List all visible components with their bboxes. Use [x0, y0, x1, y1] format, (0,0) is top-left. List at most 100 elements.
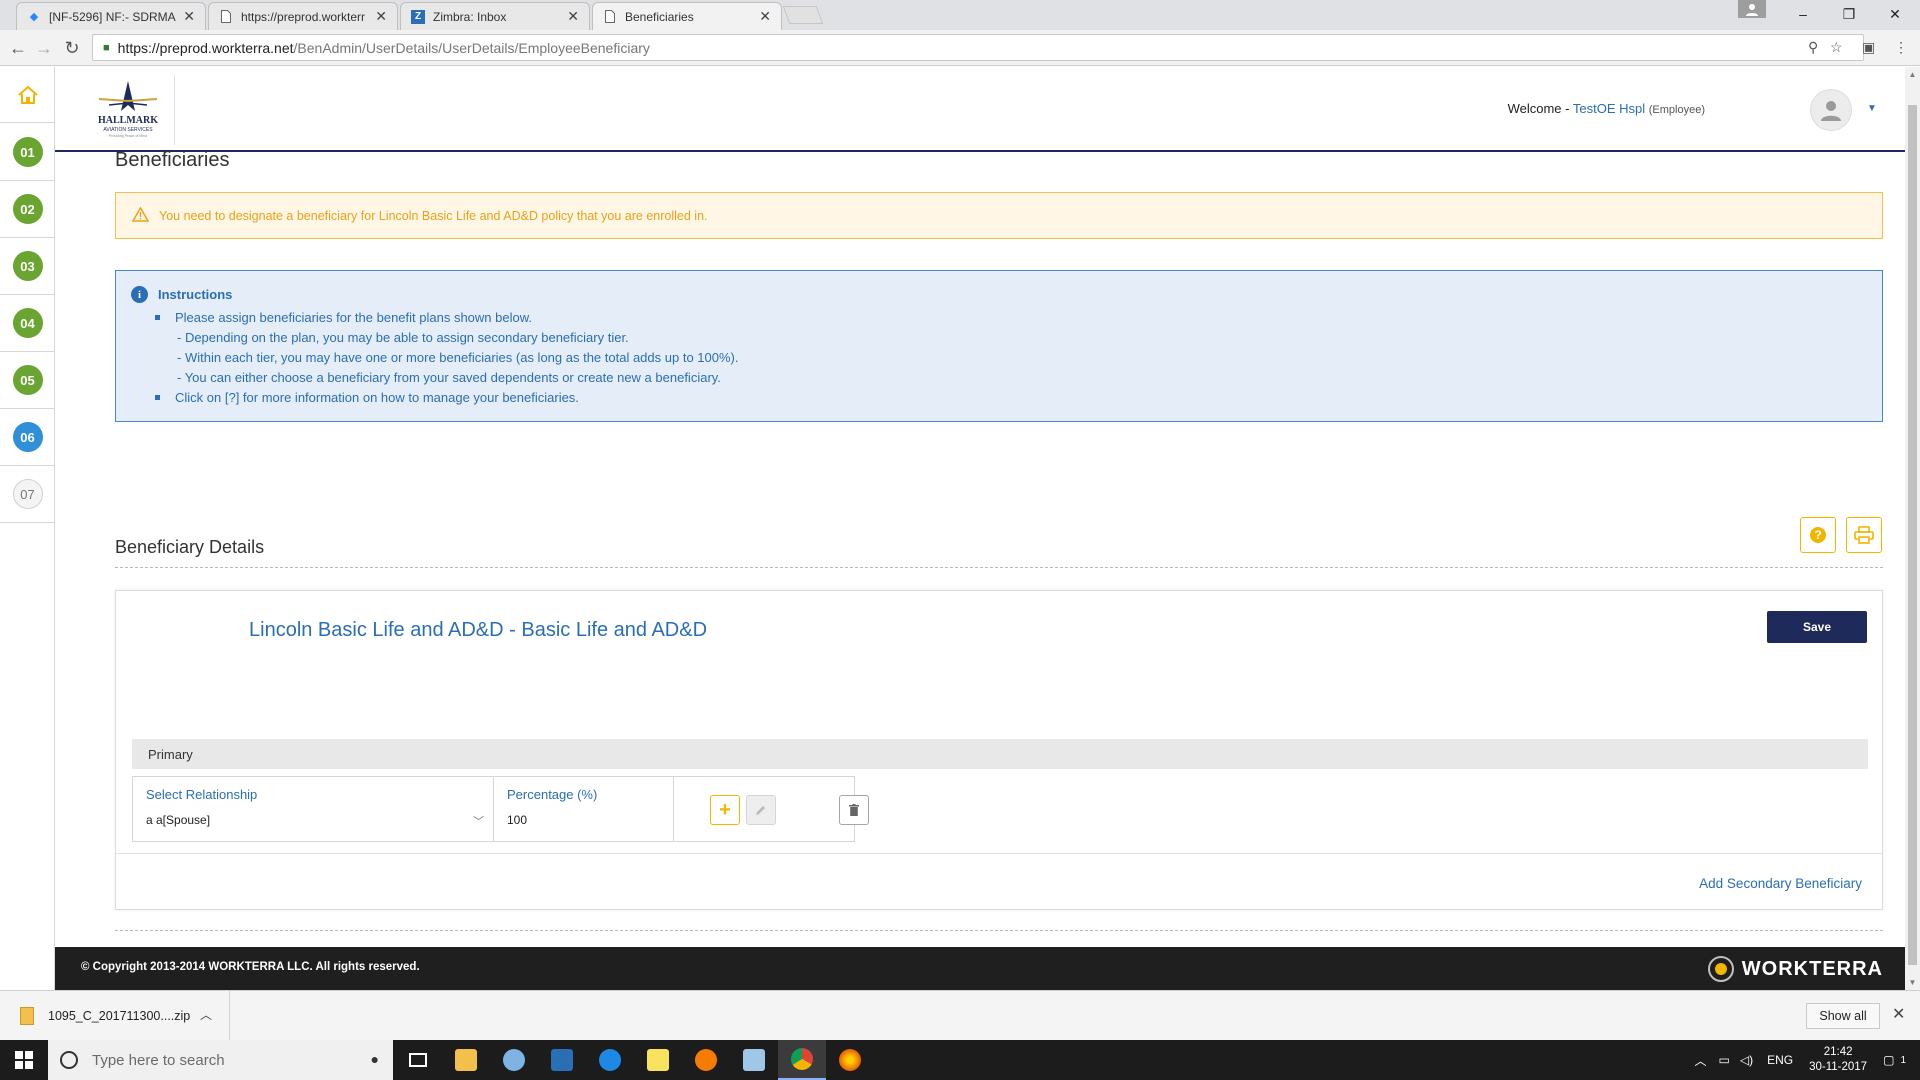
scroll-up-icon[interactable]: ▲ [1905, 67, 1920, 82]
step-03[interactable]: 03 [0, 238, 55, 295]
step-02[interactable]: 02 [0, 181, 55, 238]
browser-tab-jira[interactable]: ◆ [NF-5296] NF:- SDRMA - ✕ [16, 2, 206, 30]
windows-start-button[interactable] [0, 1040, 48, 1080]
step-number: 03 [12, 251, 43, 281]
notification-icon[interactable]: ▢ [1883, 1053, 1894, 1067]
search-placeholder: Type here to search [92, 1051, 225, 1069]
clock[interactable]: 21:42 30-11-2017 [1809, 1045, 1867, 1075]
add-beneficiary-button[interactable]: + [710, 795, 740, 825]
reset-button[interactable]: Reset [1628, 951, 1728, 983]
volume-icon[interactable]: ◁) [1740, 1053, 1753, 1067]
menu-icon[interactable]: ⋮ [1894, 39, 1908, 56]
notification-count: 1 [1900, 1054, 1906, 1066]
app-icon[interactable] [490, 1040, 538, 1080]
tab-title: https://preprod.workterr [241, 9, 366, 24]
plan-title: Lincoln Basic Life and AD&D - Basic Life… [249, 619, 708, 641]
close-icon[interactable]: ✕ [183, 8, 195, 25]
task-view-icon[interactable] [394, 1040, 442, 1080]
help-button[interactable]: ? [1800, 517, 1836, 553]
print-button[interactable] [1846, 517, 1882, 553]
step-07[interactable]: 07 [0, 466, 55, 523]
caret-down-icon[interactable]: ▼ [1867, 103, 1877, 114]
relationship-label: Select Relationship [146, 787, 258, 802]
hallmark-logo[interactable]: HALLMARK AVIATION SERVICES Providing Pea… [85, 75, 175, 145]
forward-arrow-icon[interactable]: → [32, 36, 56, 60]
download-item[interactable]: 1095_C_201711300....zip ︿ [0, 991, 230, 1041]
instruction-line: Click on [?] for more information on how… [155, 388, 1882, 408]
home-icon[interactable] [0, 67, 55, 123]
file-explorer-icon[interactable] [442, 1040, 490, 1080]
taskbar-search-box[interactable]: Type here to search ● [48, 1040, 393, 1080]
instructions-heading: Instructions [158, 287, 233, 302]
chevron-down-icon: ﹀ [473, 816, 484, 828]
browser-tab-workterra[interactable]: https://preprod.workterr ✕ [208, 2, 398, 30]
firefox-icon[interactable] [826, 1040, 874, 1080]
percentage-label: Percentage (%) [507, 787, 598, 802]
microphone-icon[interactable]: ● [371, 1051, 379, 1067]
sticky-notes-icon[interactable] [634, 1040, 682, 1080]
browser-tab-zimbra[interactable]: Z Zimbra: Inbox ✕ [400, 2, 590, 30]
close-icon[interactable]: ✕ [375, 8, 387, 25]
step-number: 07 [12, 479, 43, 509]
bookmark-star-icon[interactable]: ☆ [1830, 39, 1843, 56]
back-arrow-icon[interactable]: ← [6, 36, 30, 60]
browser-tab-beneficiaries[interactable]: Beneficiaries ✕ [592, 2, 782, 30]
clock-date: 30-11-2017 [1809, 1061, 1868, 1073]
save-button[interactable]: Save [1767, 611, 1867, 643]
firebug-icon[interactable] [682, 1040, 730, 1080]
relationship-select[interactable]: Select Relationship a a[Spouse] ﹀ [133, 777, 494, 841]
restore-icon[interactable]: ❐ [1826, 0, 1872, 28]
close-icon[interactable]: ✕ [567, 8, 579, 25]
back-button[interactable]: Back [1520, 951, 1620, 983]
instruction-line: - You can either choose a beneficiary fr… [177, 370, 721, 385]
edit-beneficiary-button[interactable] [746, 795, 776, 825]
reload-icon[interactable]: ↻ [60, 36, 84, 60]
page-scrollbar[interactable]: ▲ ▼ [1905, 67, 1920, 990]
scrollbar-thumb[interactable] [1908, 105, 1917, 965]
download-bar: 1095_C_201711300....zip ︿ Show all ✕ [0, 990, 1920, 1041]
step-01[interactable]: 01 [0, 124, 55, 181]
primary-tier-header: Primary [132, 739, 1868, 769]
step-04[interactable]: 04 [0, 295, 55, 352]
show-all-button[interactable]: Show all [1806, 1003, 1880, 1029]
address-bar[interactable]: ■ https://preprod.workterra.net/BenAdmin… [92, 34, 1864, 61]
language-indicator[interactable]: ENG [1767, 1053, 1793, 1067]
tab-title: Zimbra: Inbox [433, 9, 507, 24]
percentage-input[interactable]: Percentage (%) 100 [494, 777, 674, 841]
user-role: (Employee) [1648, 104, 1705, 116]
outlook-icon[interactable] [538, 1040, 586, 1080]
user-name-link[interactable]: TestOE Hspl [1573, 101, 1645, 116]
step-06[interactable]: 06 [0, 409, 55, 466]
warning-text: You need to designate a beneficiary for … [159, 208, 708, 223]
svg-text:?: ? [1814, 528, 1821, 542]
step-number: 06 [12, 422, 43, 452]
scroll-down-icon[interactable]: ▼ [1905, 975, 1920, 990]
chevron-up-icon[interactable]: ︿ [1695, 1052, 1707, 1069]
extension-icon[interactable]: ▣ [1862, 39, 1875, 56]
notepad-icon[interactable] [730, 1040, 778, 1080]
close-icon[interactable]: ✕ [1892, 1004, 1905, 1024]
browser-tab-bar: ◆ [NF-5296] NF:- SDRMA - ✕ https://prepr… [0, 0, 1920, 30]
url-path: /BenAdmin/UserDetails/UserDetails/Employ… [293, 39, 650, 56]
save-and-continue-button[interactable]: Save & Continue [1736, 951, 1883, 983]
new-tab-button[interactable] [782, 6, 824, 24]
profile-icon[interactable] [1738, 0, 1766, 18]
edge-icon[interactable] [586, 1040, 634, 1080]
close-icon[interactable]: ✕ [759, 8, 771, 25]
network-icon[interactable]: ▭ [1719, 1053, 1730, 1067]
step-number: 02 [12, 194, 43, 224]
minimize-icon[interactable]: – [1780, 0, 1826, 28]
key-icon[interactable]: ⚲ [1808, 39, 1818, 56]
window-close-icon[interactable]: ✕ [1872, 0, 1918, 28]
cortana-icon [60, 1051, 78, 1069]
chevron-up-icon[interactable]: ︿ [200, 1006, 212, 1023]
instructions-panel: i Instructions Please assign beneficiari… [115, 270, 1883, 422]
chrome-icon[interactable] [778, 1040, 826, 1080]
add-secondary-beneficiary-link[interactable]: Add Secondary Beneficiary [1699, 876, 1862, 891]
pencil-icon [756, 806, 765, 815]
site-header: HALLMARK AVIATION SERVICES Providing Pea… [55, 67, 1905, 152]
step-rail: 01 02 03 04 05 06 07 [0, 67, 55, 990]
delete-beneficiary-button[interactable] [839, 795, 869, 825]
step-05[interactable]: 05 [0, 352, 55, 409]
avatar[interactable] [1810, 89, 1852, 131]
